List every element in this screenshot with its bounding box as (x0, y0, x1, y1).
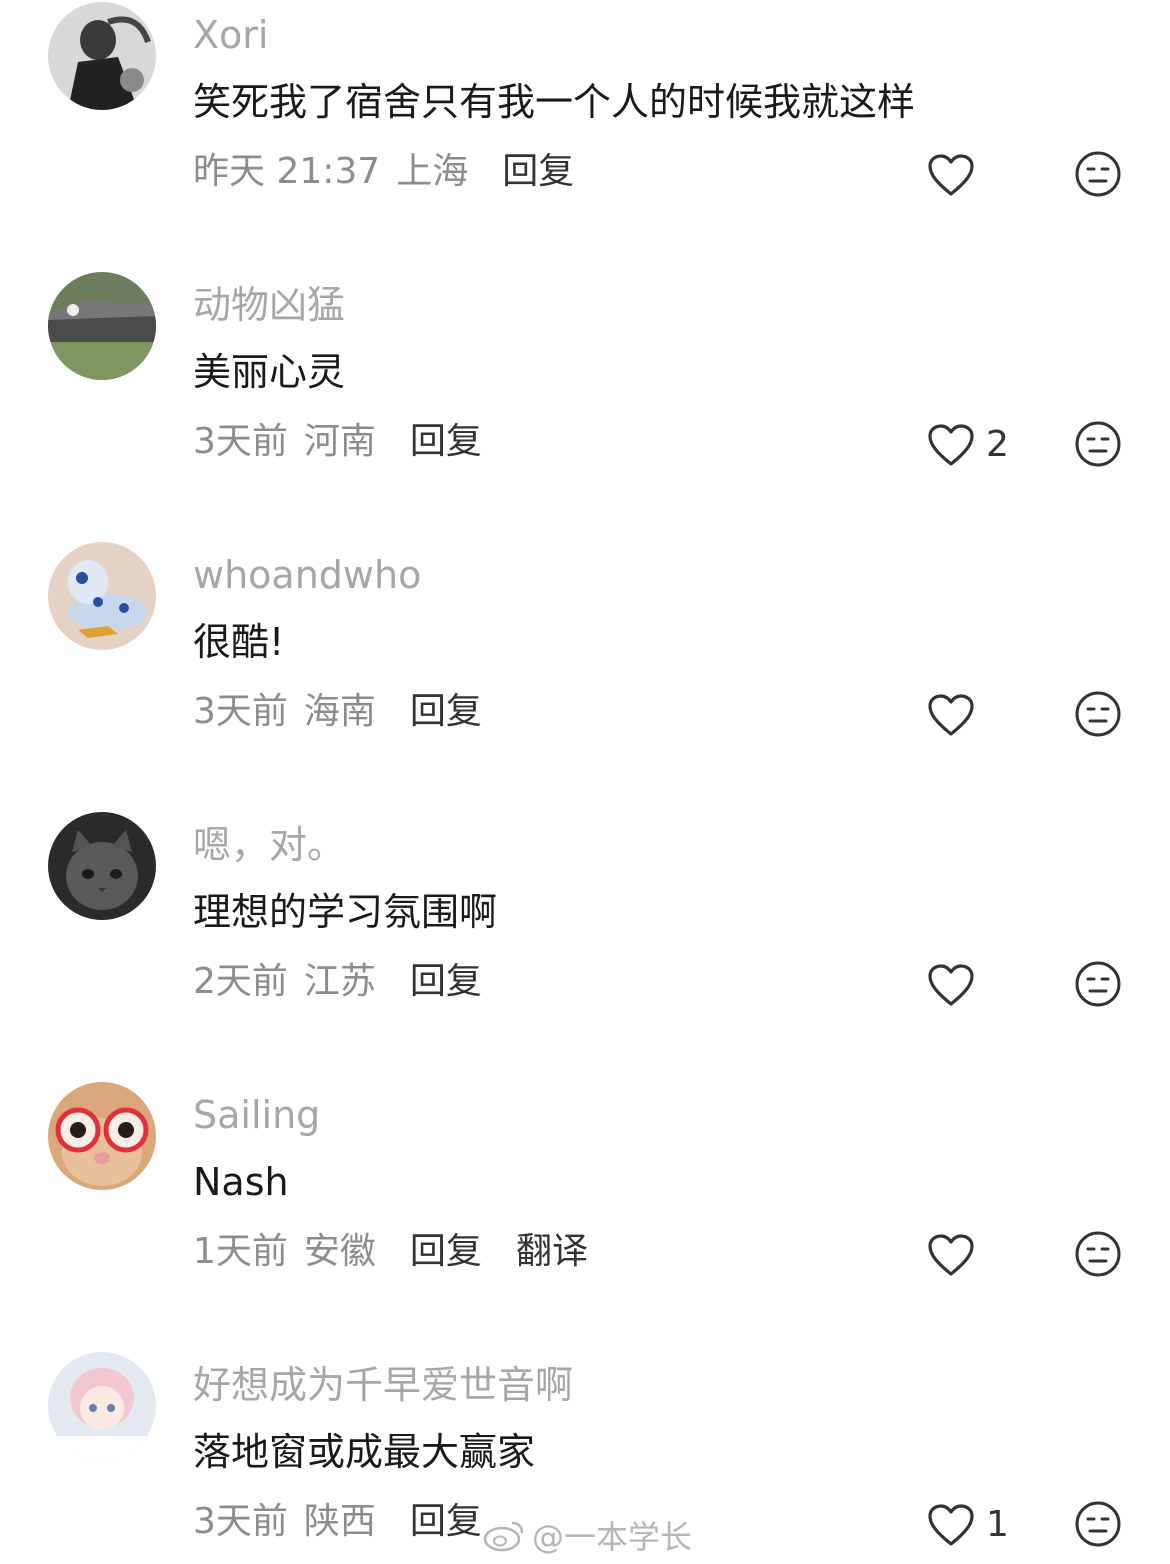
comment-text: 理想的学习氛围啊 (193, 890, 498, 934)
reply-button[interactable]: 回复 (410, 957, 482, 1007)
comment-item: Sailing Nash 1天前 安徽 回复 翻译 (0, 1080, 1170, 1350)
like-button[interactable]: 1 (926, 1502, 1009, 1548)
comment-item: 嗯，对。 理想的学习氛围啊 2天前 江苏 回复 (0, 810, 1170, 1080)
neutral-face-icon (1075, 421, 1121, 467)
comment-item: Xori 笑死我了宿舍只有我一个人的时候我就这样 昨天 21:37 上海 回复 (0, 0, 1170, 270)
username[interactable]: whoandwho (193, 550, 421, 600)
timestamp: 昨天 21:37 (193, 151, 381, 192)
watermark-text: @一本学长 (532, 1518, 693, 1556)
neutral-face-icon (1075, 961, 1121, 1007)
translate-button[interactable]: 翻译 (516, 1227, 588, 1277)
heart-outline-icon (928, 154, 974, 196)
heart-outline-icon (928, 964, 974, 1006)
timestamp: 3天前 (193, 691, 288, 732)
comment-meta: 1天前 安徽 回复 翻译 (193, 1227, 588, 1277)
weibo-logo-icon (483, 1521, 524, 1552)
username[interactable]: Xori (193, 10, 268, 60)
dislike-button[interactable] (1074, 150, 1122, 198)
comment-item: whoandwho 很酷! 3天前 海南 回复 (0, 540, 1170, 810)
comment-item: 动物凶猛 美丽心灵 3天前 河南 回复 2 (0, 270, 1170, 540)
reply-button[interactable]: 回复 (410, 1497, 482, 1547)
dislike-button[interactable] (1074, 420, 1122, 468)
comment-meta: 3天前 海南 回复 (193, 687, 482, 737)
heart-outline-icon (928, 1504, 974, 1546)
reply-button[interactable]: 回复 (410, 417, 482, 467)
dislike-button[interactable] (1074, 1500, 1122, 1548)
like-count: 2 (986, 424, 1009, 465)
avatar[interactable] (48, 1352, 156, 1460)
avatar[interactable] (48, 1082, 156, 1190)
username[interactable]: 好想成为千早爱世音啊 (193, 1360, 573, 1410)
comment-text: Nash (193, 1160, 289, 1204)
username[interactable]: Sailing (193, 1090, 320, 1140)
comment-meta: 2天前 江苏 回复 (193, 957, 482, 1007)
like-button[interactable]: 2 (926, 422, 1009, 468)
comment-text: 落地窗或成最大赢家 (193, 1430, 536, 1474)
dislike-button[interactable] (1074, 690, 1122, 738)
timestamp: 3天前 (193, 1501, 288, 1542)
username[interactable]: 动物凶猛 (193, 280, 345, 330)
username[interactable]: 嗯，对。 (193, 820, 345, 870)
like-button[interactable] (926, 692, 986, 738)
dislike-button[interactable] (1074, 1230, 1122, 1278)
location: 上海 (396, 151, 469, 192)
watermark: @一本学长 (482, 1512, 692, 1558)
comment-text: 很酷! (193, 620, 285, 664)
comment-text: 笑死我了宿舍只有我一个人的时候我就这样 (193, 80, 916, 124)
location: 河南 (303, 421, 376, 462)
neutral-face-icon (1075, 151, 1121, 197)
timestamp: 3天前 (193, 421, 288, 462)
like-button[interactable] (926, 152, 986, 198)
comment-text: 美丽心灵 (193, 350, 346, 394)
avatar[interactable] (48, 2, 156, 110)
location: 安徽 (303, 1231, 376, 1272)
reply-button[interactable]: 回复 (410, 687, 482, 737)
dislike-button[interactable] (1074, 960, 1122, 1008)
reply-button[interactable]: 回复 (410, 1227, 482, 1277)
comment-meta: 3天前 河南 回复 (193, 417, 482, 467)
neutral-face-icon (1075, 691, 1121, 737)
like-button[interactable] (926, 1232, 986, 1278)
location: 江苏 (303, 961, 376, 1002)
heart-outline-icon (928, 424, 974, 466)
comment-meta: 昨天 21:37 上海 回复 (193, 147, 574, 197)
location: 陕西 (303, 1501, 376, 1542)
avatar[interactable] (48, 272, 156, 380)
neutral-face-icon (1075, 1231, 1121, 1277)
avatar[interactable] (48, 542, 156, 650)
avatar[interactable] (48, 812, 156, 920)
neutral-face-icon (1075, 1501, 1121, 1547)
location: 海南 (303, 691, 376, 732)
timestamp: 2天前 (193, 961, 288, 1002)
timestamp: 1天前 (193, 1231, 288, 1272)
heart-outline-icon (928, 694, 974, 736)
comment-meta: 3天前 陕西 回复 (193, 1497, 482, 1547)
reply-button[interactable]: 回复 (502, 147, 574, 197)
heart-outline-icon (928, 1234, 974, 1276)
like-button[interactable] (926, 962, 986, 1008)
like-count: 1 (986, 1504, 1009, 1545)
